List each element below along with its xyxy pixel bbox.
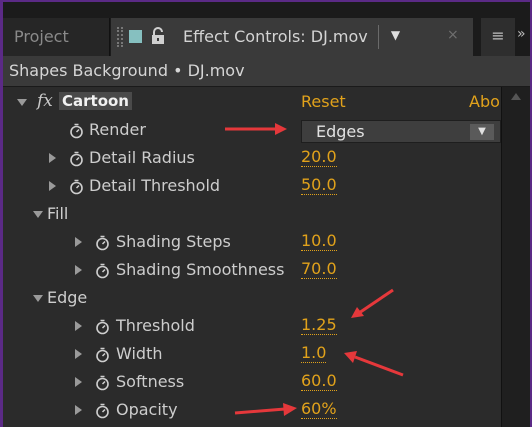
expand-triangle-icon[interactable]	[75, 377, 82, 387]
reset-button[interactable]: Reset	[301, 92, 346, 111]
annotation-arrow-icon	[344, 351, 404, 377]
effect-property-list: fx Cartoon Reset About... Render Edges ▼	[3, 87, 530, 427]
expand-triangle-icon[interactable]	[75, 405, 82, 415]
property-value[interactable]: 10.0	[301, 232, 337, 251]
property-label: Width	[116, 344, 163, 363]
lock-icon[interactable]	[150, 27, 166, 45]
more-tabs-icon[interactable]: »	[517, 18, 530, 56]
property-label: Detail Threshold	[89, 176, 221, 195]
fx-toggle-icon[interactable]: fx	[37, 91, 53, 111]
expand-triangle-icon[interactable]	[75, 349, 82, 359]
stopwatch-icon[interactable]	[95, 319, 110, 335]
property-label: Opacity	[116, 400, 178, 419]
vertical-scrollbar[interactable]	[501, 87, 530, 427]
panel-menu-icon[interactable]: ≡	[481, 18, 515, 56]
property-value[interactable]: 60.0	[301, 372, 337, 391]
layer-breadcrumb: Shapes Background • DJ.mov	[3, 56, 530, 87]
layer-color-swatch-icon	[129, 30, 142, 43]
annotation-arrow-icon	[351, 288, 394, 318]
property-label: Shading Smoothness	[116, 260, 285, 279]
property-row-shading-steps: Shading Steps 10.0	[3, 229, 501, 257]
stopwatch-icon[interactable]	[95, 235, 110, 251]
expand-triangle-icon[interactable]	[75, 265, 82, 275]
property-label: Detail Radius	[89, 148, 195, 167]
chevron-down-icon[interactable]: ▼	[470, 124, 494, 140]
property-row-shading-smoothness: Shading Smoothness 70.0	[3, 257, 501, 285]
close-icon[interactable]: ×	[447, 27, 459, 43]
effect-controls-panel: Project Effect Controls: DJ.mov ▼ × ≡ » …	[3, 2, 530, 427]
property-row-threshold: Threshold 1.25	[3, 313, 501, 341]
collapse-triangle-icon[interactable]	[33, 211, 43, 218]
stopwatch-icon[interactable]	[69, 179, 84, 195]
group-label: Fill	[47, 204, 69, 223]
expand-triangle-icon[interactable]	[75, 321, 82, 331]
property-value[interactable]: 60%	[301, 400, 337, 419]
annotation-arrow-icon	[225, 123, 287, 135]
property-label: Render	[89, 120, 146, 139]
property-label: Threshold	[116, 316, 195, 335]
scroll-up-icon[interactable]	[511, 93, 521, 100]
stopwatch-icon[interactable]	[69, 151, 84, 167]
annotation-arrow-icon	[234, 403, 297, 416]
expand-triangle-icon[interactable]	[49, 181, 56, 191]
effect-name: Cartoon	[59, 92, 132, 110]
panel-tab-bar: Project Effect Controls: DJ.mov ▼ × ≡ »	[3, 2, 530, 56]
property-value[interactable]: 50.0	[301, 176, 337, 195]
property-value[interactable]: 1.0	[301, 344, 327, 363]
tab-effect-controls[interactable]: Effect Controls: DJ.mov ▼ ×	[111, 18, 473, 56]
property-row-detail-radius: Detail Radius 20.0	[3, 145, 501, 173]
expand-triangle-icon[interactable]	[49, 153, 56, 163]
property-value[interactable]: 1.25	[301, 316, 337, 335]
stopwatch-icon[interactable]	[95, 347, 110, 363]
render-mode-select[interactable]: Edges ▼	[301, 120, 501, 143]
tab-project[interactable]: Project	[3, 18, 110, 56]
collapse-triangle-icon[interactable]	[17, 99, 27, 106]
property-label: Softness	[116, 372, 185, 391]
stopwatch-icon[interactable]	[95, 375, 110, 391]
property-value[interactable]: 20.0	[301, 148, 337, 167]
group-label: Edge	[47, 288, 88, 307]
property-row-width: Width 1.0	[3, 341, 501, 369]
render-mode-value: Edges	[316, 122, 365, 141]
stopwatch-icon[interactable]	[95, 403, 110, 419]
tab-project-label: Project	[14, 27, 69, 46]
drag-grip-icon[interactable]	[117, 27, 123, 47]
property-group-fill[interactable]: Fill	[3, 201, 501, 229]
stopwatch-icon[interactable]	[95, 263, 110, 279]
property-row-softness: Softness 60.0	[3, 369, 501, 397]
about-button[interactable]: About...	[469, 92, 501, 111]
tab-effect-controls-label: Effect Controls: DJ.mov	[183, 27, 368, 46]
property-value[interactable]: 70.0	[301, 260, 337, 279]
property-group-edge[interactable]: Edge	[3, 285, 501, 313]
property-row-detail-threshold: Detail Threshold 50.0	[3, 173, 501, 201]
expand-triangle-icon[interactable]	[75, 237, 82, 247]
chevron-down-icon[interactable]: ▼	[378, 25, 412, 49]
property-label: Shading Steps	[116, 232, 231, 251]
collapse-triangle-icon[interactable]	[33, 295, 43, 302]
stopwatch-icon[interactable]	[69, 123, 84, 139]
effect-header-row[interactable]: fx Cartoon Reset About...	[3, 89, 501, 117]
